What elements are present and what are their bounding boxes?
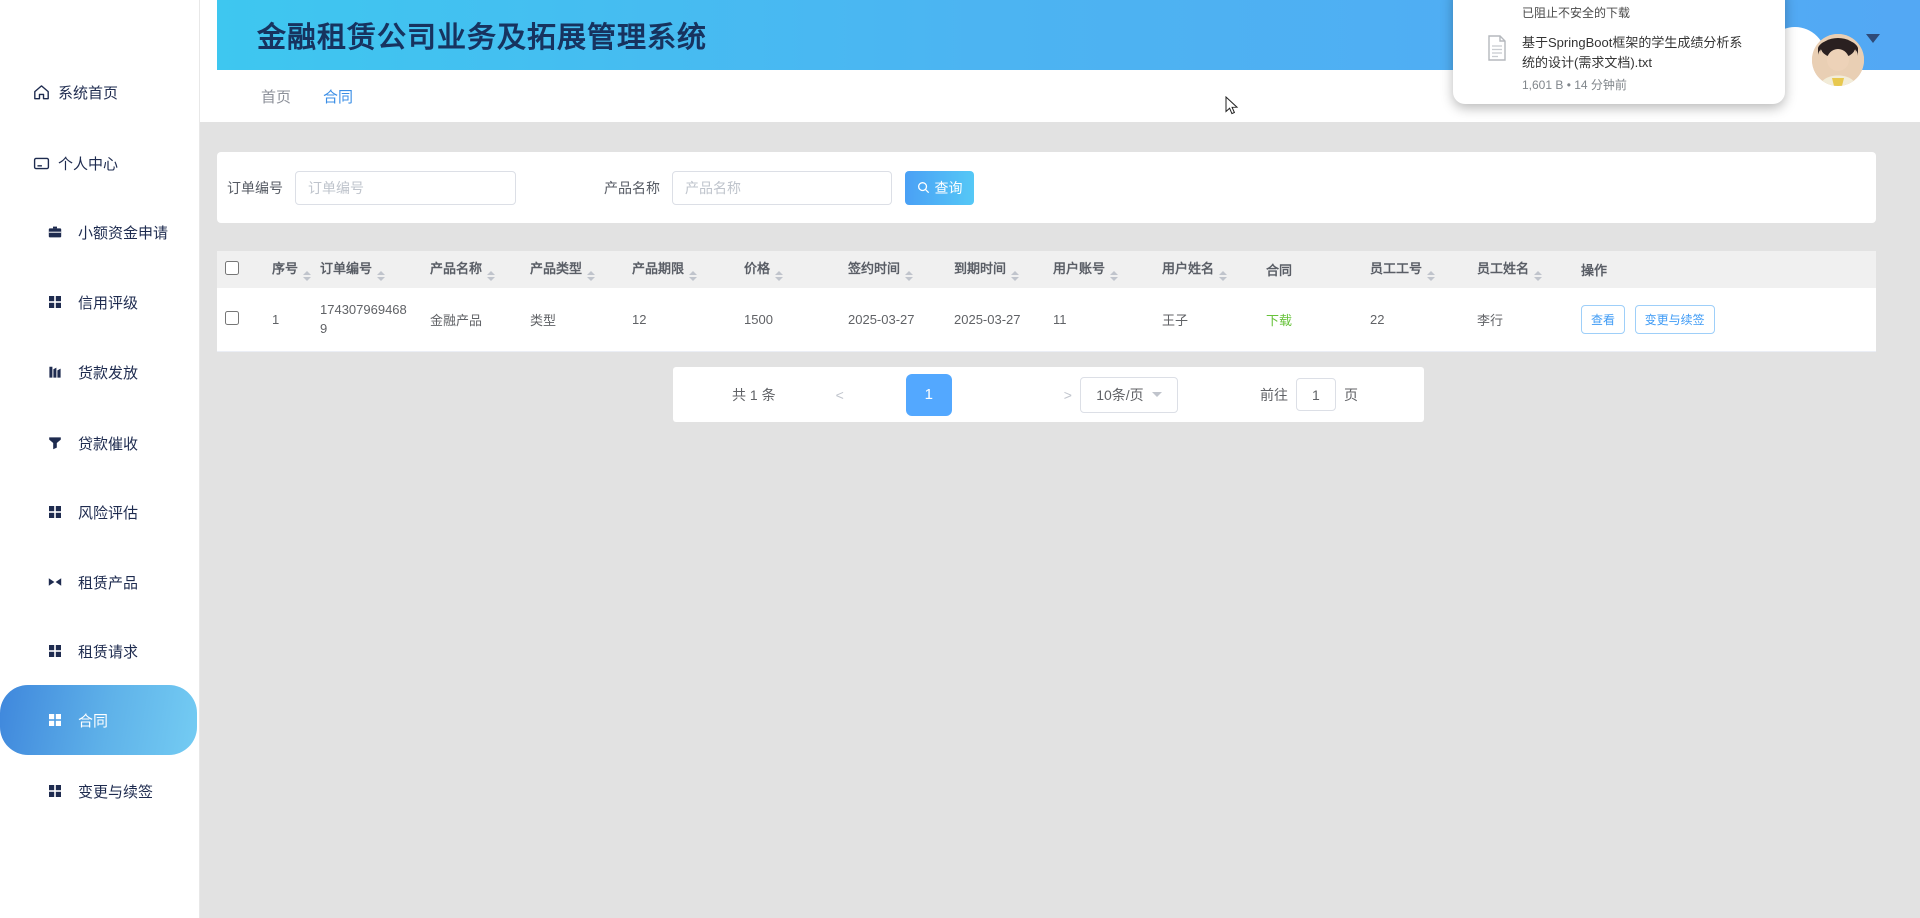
- cell-user-name: 王子: [1152, 288, 1256, 351]
- page-unit-label: 页: [1344, 385, 1358, 405]
- search-icon: [917, 181, 930, 194]
- select-all-checkbox[interactable]: [225, 261, 239, 275]
- sidebar-item-credit-rating[interactable]: 信用评级: [0, 288, 200, 316]
- download-filename[interactable]: 基于SpringBoot框架的学生成绩分析系统的设计(需求文档).txt: [1522, 33, 1752, 73]
- download-warning: 已阻止不安全的下载: [1522, 4, 1767, 21]
- sort-control[interactable]: [1534, 271, 1542, 281]
- cell-contract: 下载: [1256, 288, 1360, 351]
- cell-index: 1: [262, 288, 310, 351]
- page-size-select[interactable]: 10条/页: [1080, 377, 1178, 413]
- change-renew-button[interactable]: 变更与续签: [1635, 305, 1715, 334]
- grid-icon: [47, 643, 64, 660]
- row-checkbox[interactable]: [225, 311, 239, 325]
- cell-term: 12: [622, 288, 734, 351]
- grid-icon: [47, 294, 64, 311]
- view-button[interactable]: 查看: [1581, 305, 1625, 334]
- sidebar-item-label: 风险评估: [78, 502, 138, 523]
- download-popup[interactable]: 已阻止不安全的下载 基于SpringBoot框架的学生成绩分析系统的设计(需求文…: [1453, 0, 1785, 104]
- contracts-table: 序号 订单编号 产品名称 产品类型 产品期限 价格 签约时间 到期时间 用户账号…: [217, 251, 1876, 352]
- tab-contracts[interactable]: 合同: [323, 86, 353, 107]
- pagination-bar: 共 1 条 < 1 > 10条/页 前往 页: [673, 367, 1424, 422]
- goto-label: 前往: [1260, 385, 1288, 405]
- tab-home[interactable]: 首页: [261, 86, 291, 107]
- sidebar-item-leasing-requests[interactable]: 租赁请求: [0, 637, 200, 665]
- grid-icon: [47, 712, 64, 729]
- sort-control[interactable]: [905, 271, 913, 281]
- sort-control[interactable]: [587, 271, 595, 281]
- cell-actions: 查看 变更与续签: [1571, 288, 1876, 351]
- page-number-button[interactable]: 1: [906, 374, 952, 416]
- sort-control[interactable]: [1219, 271, 1227, 281]
- sidebar-item-risk-assessment[interactable]: 风险评估: [0, 498, 200, 526]
- sidebar-item-change-renewal[interactable]: 变更与续签: [0, 777, 200, 805]
- sort-control[interactable]: [377, 271, 385, 281]
- sidebar-item-label: 租赁请求: [78, 641, 138, 662]
- next-page-button[interactable]: >: [1064, 387, 1072, 403]
- goto-page-input[interactable]: [1296, 378, 1336, 411]
- sidebar-item-personal-center[interactable]: 个人中心: [0, 149, 200, 177]
- sort-control[interactable]: [1110, 271, 1118, 281]
- sidebar-item-label: 合同: [78, 710, 108, 731]
- sidebar-item-label: 贷款催收: [78, 433, 138, 454]
- sort-control[interactable]: [1427, 271, 1435, 281]
- sort-control[interactable]: [487, 271, 495, 281]
- sidebar-item-label: 货款发放: [78, 362, 138, 383]
- order-no-label: 订单编号: [227, 178, 283, 198]
- sidebar-item-label: 小额资金申请: [78, 222, 168, 243]
- cell-price: 1500: [734, 288, 838, 351]
- cell-sign-date: 2025-03-27: [838, 288, 944, 351]
- avatar-dropdown-caret[interactable]: [1866, 34, 1880, 50]
- cell-order-no: 1743079694689: [310, 288, 420, 351]
- book-icon: [47, 364, 64, 381]
- sort-control[interactable]: [1011, 271, 1019, 281]
- download-meta: 1,601 B • 14 分钟前: [1522, 76, 1752, 93]
- sidebar: 系统首页 个人中心 小额资金申请 信用评级 货款发放 贷款催收: [0, 0, 200, 918]
- cell-due-date: 2025-03-27: [944, 288, 1043, 351]
- sidebar-item-label: 系统首页: [58, 82, 118, 103]
- id-card-icon: [33, 155, 50, 172]
- sidebar-item-label: 信用评级: [78, 292, 138, 313]
- main-area: 金融租赁公司业务及拓展管理系统 首页 合同 订单编号 产品名称 查询: [200, 0, 1920, 918]
- search-panel: 订单编号 产品名称 查询: [217, 152, 1876, 223]
- product-name-input[interactable]: [672, 171, 892, 205]
- prev-page-button[interactable]: <: [836, 387, 844, 403]
- grid-icon: [47, 783, 64, 800]
- sidebar-item-micro-fund-apply[interactable]: 小额资金申请: [0, 218, 200, 246]
- cell-user-account: 11: [1043, 288, 1152, 351]
- total-count: 共 1 条: [732, 385, 776, 405]
- sidebar-item-label: 租赁产品: [78, 572, 138, 593]
- page-title: 金融租赁公司业务及拓展管理系统: [217, 14, 707, 56]
- funnel-icon: [47, 435, 64, 452]
- sidebar-item-loan-collection[interactable]: 贷款催收: [0, 429, 200, 457]
- cell-product-name: 金融产品: [420, 288, 520, 351]
- table-header-row: 序号 订单编号 产品名称 产品类型 产品期限 价格 签约时间 到期时间 用户账号…: [217, 251, 1876, 288]
- download-link[interactable]: 下载: [1266, 313, 1292, 328]
- sort-control[interactable]: [303, 271, 311, 281]
- product-name-label: 产品名称: [604, 178, 660, 198]
- sidebar-item-label: 个人中心: [58, 153, 118, 174]
- grid-icon: [47, 504, 64, 521]
- avatar[interactable]: [1812, 34, 1864, 86]
- query-button[interactable]: 查询: [905, 171, 974, 205]
- order-no-input[interactable]: [295, 171, 516, 205]
- sidebar-item-label: 变更与续签: [78, 781, 153, 802]
- briefcase-icon: [47, 224, 64, 241]
- cell-staff-no: 22: [1360, 288, 1467, 351]
- sidebar-item-system-home[interactable]: 系统首页: [0, 78, 200, 106]
- sort-control[interactable]: [775, 271, 783, 281]
- table-row: 1 1743079694689 金融产品 类型 12 1500 2025-03-…: [217, 288, 1876, 351]
- tab-bar: 首页 合同: [200, 70, 353, 122]
- sidebar-item-contracts[interactable]: 合同: [0, 685, 197, 755]
- cell-product-type: 类型: [520, 288, 622, 351]
- cell-staff-name: 李行: [1467, 288, 1571, 351]
- sidebar-item-leasing-products[interactable]: 租赁产品: [0, 568, 200, 596]
- sidebar-item-loan-disbursement[interactable]: 货款发放: [0, 358, 200, 386]
- document-icon: [1487, 35, 1507, 93]
- home-icon: [33, 84, 50, 101]
- sort-control[interactable]: [689, 271, 697, 281]
- bowtie-icon: [47, 574, 64, 591]
- chevron-down-icon: [1152, 392, 1162, 402]
